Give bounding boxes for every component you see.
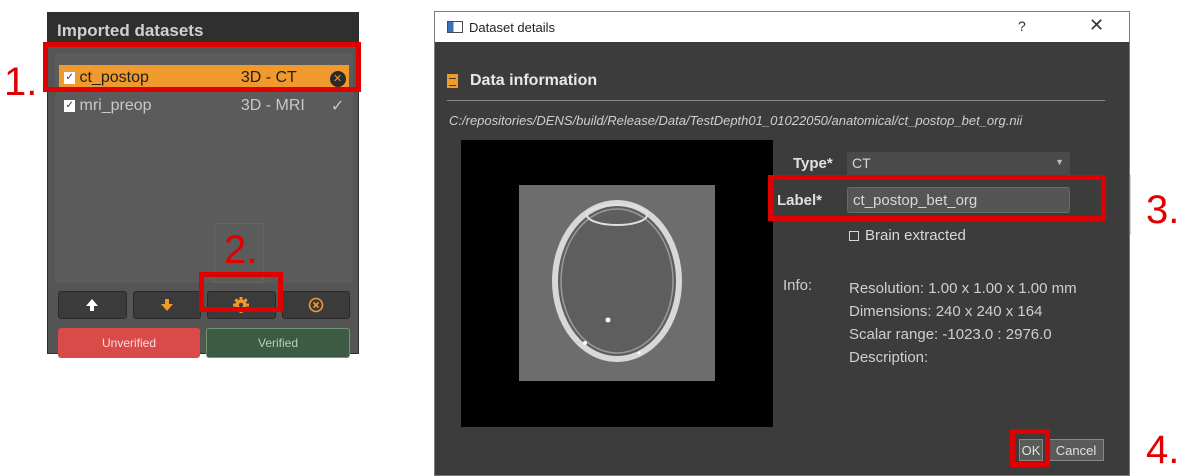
info-resolution: Resolution: 1.00 x 1.00 x 1.00 mm [849,280,1077,297]
brain-extracted-label: Brain extracted [865,227,966,244]
dialog-title: Dataset details [469,19,555,35]
skull-slice-icon [552,200,682,362]
unverified-button[interactable]: Unverified [58,328,200,358]
move-down-button[interactable] [132,291,201,319]
callout-highlight-dataset [43,42,361,92]
step-number-4: 4. [1146,428,1180,472]
file-path: C:/repositories/DENS/build/Release/Data/… [449,113,1023,128]
ct-preview [461,140,773,427]
brain-extracted-checkbox[interactable]: Brain extracted [849,227,966,244]
section-header: Data information [447,72,597,90]
callout-highlight-ok [1010,429,1050,467]
close-icon[interactable]: ✕ [1089,15,1104,36]
info-description: Description: [849,349,929,366]
info-block: Resolution: 1.00 x 1.00 x 1.00 mm Dimens… [849,277,1077,369]
info-scalar-range: Scalar range: -1023.0 : 2976.0 [849,326,1052,343]
dataset-type: 3D - MRI [240,97,305,114]
info-dimensions: Dimensions: 240 x 240 x 164 [849,303,1043,320]
info-label: Info: [783,277,813,294]
callout-highlight-settings [199,272,283,312]
window-icon [447,21,463,33]
step-number-1: 1. [4,60,38,104]
step-number-2: 2. [224,228,258,272]
divider [447,100,1105,101]
remove-button[interactable] [281,291,350,319]
dataset-details-dialog: Dataset details ? ✕ Data information C:/… [434,11,1130,476]
chevron-down-icon: ▼ [1055,157,1064,167]
check-icon: ✓ [330,98,345,115]
dataset-name: mri_preop [79,97,152,114]
dataset-checkbox[interactable]: ✓ [64,100,76,112]
type-select[interactable]: CT ▼ [847,152,1070,176]
ct-slice-image [519,185,715,381]
dialog-titlebar: Dataset details ? ✕ [435,12,1129,42]
document-icon [447,74,458,88]
checkbox[interactable] [849,230,859,241]
type-label: Type* [793,155,833,172]
step-number-3: 3. [1146,188,1180,232]
divider [1130,175,1131,235]
section-title: Data information [470,72,598,89]
dataset-row-mri-preop[interactable]: ✓ mri_preop 3D - MRI ✓ [59,93,349,119]
help-button[interactable]: ? [1018,18,1026,34]
cancel-button[interactable]: Cancel [1048,439,1104,461]
type-value: CT [852,155,871,171]
move-up-button[interactable] [58,291,127,319]
remove-circle-icon [308,297,324,313]
verified-button[interactable]: Verified [206,328,350,358]
callout-highlight-label [768,175,1106,221]
verification-row: Unverified Verified [58,328,350,358]
arrow-down-icon [160,299,173,311]
arrow-up-icon [86,299,99,311]
